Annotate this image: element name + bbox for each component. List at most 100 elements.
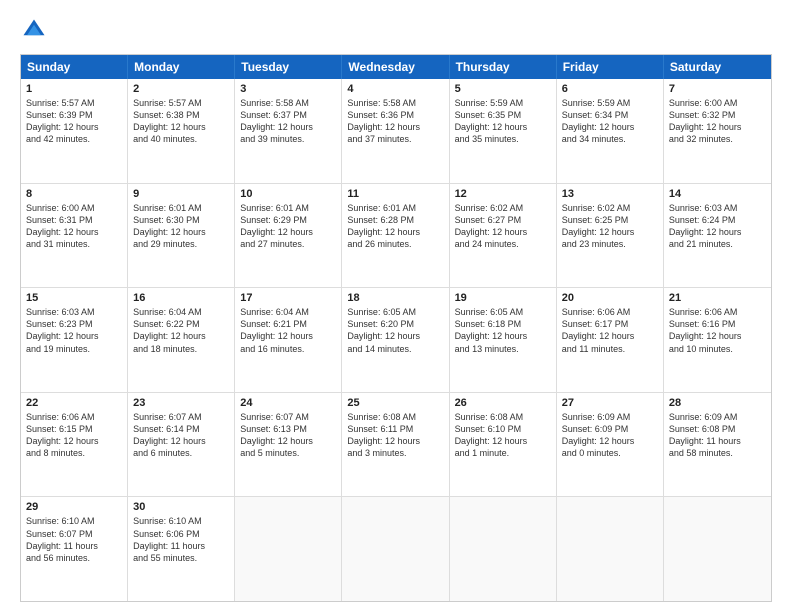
calendar-cell: 14 Sunrise: 6:03 AM Sunset: 6:24 PM Dayli… xyxy=(664,184,771,288)
cell-info: Sunrise: 5:59 AM Sunset: 6:35 PM Dayligh… xyxy=(455,97,551,146)
calendar-cell: 9 Sunrise: 6:01 AM Sunset: 6:30 PM Daylig… xyxy=(128,184,235,288)
day-number: 8 xyxy=(26,188,122,200)
calendar-cell: 13 Sunrise: 6:02 AM Sunset: 6:25 PM Dayli… xyxy=(557,184,664,288)
calendar-cell: 7 Sunrise: 6:00 AM Sunset: 6:32 PM Daylig… xyxy=(664,79,771,183)
day-number: 9 xyxy=(133,188,229,200)
cell-info: Sunrise: 6:08 AM Sunset: 6:10 PM Dayligh… xyxy=(455,411,551,460)
cell-info: Sunrise: 6:01 AM Sunset: 6:30 PM Dayligh… xyxy=(133,202,229,251)
calendar-cell: 3 Sunrise: 5:58 AM Sunset: 6:37 PM Daylig… xyxy=(235,79,342,183)
calendar-cell: 2 Sunrise: 5:57 AM Sunset: 6:38 PM Daylig… xyxy=(128,79,235,183)
cell-info: Sunrise: 5:57 AM Sunset: 6:38 PM Dayligh… xyxy=(133,97,229,146)
day-number: 23 xyxy=(133,397,229,409)
day-number: 11 xyxy=(347,188,443,200)
day-number: 25 xyxy=(347,397,443,409)
calendar-cell xyxy=(342,497,449,601)
day-number: 26 xyxy=(455,397,551,409)
cell-info: Sunrise: 6:00 AM Sunset: 6:31 PM Dayligh… xyxy=(26,202,122,251)
day-number: 1 xyxy=(26,83,122,95)
cell-info: Sunrise: 5:57 AM Sunset: 6:39 PM Dayligh… xyxy=(26,97,122,146)
cell-info: Sunrise: 6:09 AM Sunset: 6:08 PM Dayligh… xyxy=(669,411,766,460)
cell-info: Sunrise: 6:00 AM Sunset: 6:32 PM Dayligh… xyxy=(669,97,766,146)
day-number: 20 xyxy=(562,292,658,304)
calendar-cell: 5 Sunrise: 5:59 AM Sunset: 6:35 PM Daylig… xyxy=(450,79,557,183)
calendar-row: 8 Sunrise: 6:00 AM Sunset: 6:31 PM Daylig… xyxy=(21,184,771,289)
day-number: 10 xyxy=(240,188,336,200)
day-number: 4 xyxy=(347,83,443,95)
calendar-cell: 27 Sunrise: 6:09 AM Sunset: 6:09 PM Dayli… xyxy=(557,393,664,497)
calendar-cell: 20 Sunrise: 6:06 AM Sunset: 6:17 PM Dayli… xyxy=(557,288,664,392)
calendar-row: 29Sunrise: 6:10 AM Sunset: 6:07 PM Dayli… xyxy=(21,497,771,601)
header-day-saturday: Saturday xyxy=(664,55,771,79)
calendar-body: 1 Sunrise: 5:57 AM Sunset: 6:39 PM Daylig… xyxy=(21,79,771,601)
calendar-cell: 1 Sunrise: 5:57 AM Sunset: 6:39 PM Daylig… xyxy=(21,79,128,183)
header-day-tuesday: Tuesday xyxy=(235,55,342,79)
day-number: 3 xyxy=(240,83,336,95)
calendar-cell: 24 Sunrise: 6:07 AM Sunset: 6:13 PM Dayli… xyxy=(235,393,342,497)
cell-info: Sunrise: 6:08 AM Sunset: 6:11 PM Dayligh… xyxy=(347,411,443,460)
day-number: 21 xyxy=(669,292,766,304)
cell-info: Sunrise: 6:09 AM Sunset: 6:09 PM Dayligh… xyxy=(562,411,658,460)
calendar-cell: 6Sunrise: 5:59 AM Sunset: 6:34 PM Daylig… xyxy=(557,79,664,183)
calendar-row: 1 Sunrise: 5:57 AM Sunset: 6:39 PM Daylig… xyxy=(21,79,771,184)
calendar-cell: 19 Sunrise: 6:05 AM Sunset: 6:18 PM Dayli… xyxy=(450,288,557,392)
calendar-cell: 15Sunrise: 6:03 AM Sunset: 6:23 PM Dayli… xyxy=(21,288,128,392)
calendar-cell: 8 Sunrise: 6:00 AM Sunset: 6:31 PM Daylig… xyxy=(21,184,128,288)
cell-info: Sunrise: 6:02 AM Sunset: 6:25 PM Dayligh… xyxy=(562,202,658,251)
calendar-cell: 25 Sunrise: 6:08 AM Sunset: 6:11 PM Dayli… xyxy=(342,393,449,497)
cell-info: Sunrise: 6:01 AM Sunset: 6:28 PM Dayligh… xyxy=(347,202,443,251)
cell-info: Sunrise: 6:02 AM Sunset: 6:27 PM Dayligh… xyxy=(455,202,551,251)
cell-info: Sunrise: 6:06 AM Sunset: 6:15 PM Dayligh… xyxy=(26,411,122,460)
page: SundayMondayTuesdayWednesdayThursdayFrid… xyxy=(0,0,792,612)
calendar-cell: 26 Sunrise: 6:08 AM Sunset: 6:10 PM Dayli… xyxy=(450,393,557,497)
calendar: SundayMondayTuesdayWednesdayThursdayFrid… xyxy=(20,54,772,602)
header-day-sunday: Sunday xyxy=(21,55,128,79)
calendar-cell: 29Sunrise: 6:10 AM Sunset: 6:07 PM Dayli… xyxy=(21,497,128,601)
day-number: 7 xyxy=(669,83,766,95)
cell-info: Sunrise: 6:05 AM Sunset: 6:20 PM Dayligh… xyxy=(347,306,443,355)
day-number: 15 xyxy=(26,292,122,304)
calendar-cell: 21Sunrise: 6:06 AM Sunset: 6:16 PM Dayli… xyxy=(664,288,771,392)
day-number: 28 xyxy=(669,397,766,409)
calendar-header-row: SundayMondayTuesdayWednesdayThursdayFrid… xyxy=(21,55,771,79)
calendar-cell: 22 Sunrise: 6:06 AM Sunset: 6:15 PM Dayli… xyxy=(21,393,128,497)
day-number: 22 xyxy=(26,397,122,409)
header xyxy=(20,16,772,44)
cell-info: Sunrise: 6:05 AM Sunset: 6:18 PM Dayligh… xyxy=(455,306,551,355)
day-number: 18 xyxy=(347,292,443,304)
calendar-cell xyxy=(450,497,557,601)
cell-info: Sunrise: 6:03 AM Sunset: 6:24 PM Dayligh… xyxy=(669,202,766,251)
header-day-monday: Monday xyxy=(128,55,235,79)
day-number: 14 xyxy=(669,188,766,200)
day-number: 30 xyxy=(133,501,229,513)
cell-info: Sunrise: 6:07 AM Sunset: 6:13 PM Dayligh… xyxy=(240,411,336,460)
calendar-row: 15Sunrise: 6:03 AM Sunset: 6:23 PM Dayli… xyxy=(21,288,771,393)
day-number: 19 xyxy=(455,292,551,304)
header-day-wednesday: Wednesday xyxy=(342,55,449,79)
cell-info: Sunrise: 6:04 AM Sunset: 6:22 PM Dayligh… xyxy=(133,306,229,355)
day-number: 24 xyxy=(240,397,336,409)
calendar-cell: 18 Sunrise: 6:05 AM Sunset: 6:20 PM Dayli… xyxy=(342,288,449,392)
calendar-cell: 16 Sunrise: 6:04 AM Sunset: 6:22 PM Dayli… xyxy=(128,288,235,392)
logo-icon xyxy=(20,16,48,44)
day-number: 27 xyxy=(562,397,658,409)
day-number: 2 xyxy=(133,83,229,95)
day-number: 13 xyxy=(562,188,658,200)
day-number: 17 xyxy=(240,292,336,304)
calendar-cell xyxy=(664,497,771,601)
cell-info: Sunrise: 6:10 AM Sunset: 6:06 PM Dayligh… xyxy=(133,515,229,564)
calendar-cell: 12 Sunrise: 6:02 AM Sunset: 6:27 PM Dayli… xyxy=(450,184,557,288)
logo xyxy=(20,16,52,44)
calendar-cell: 28 Sunrise: 6:09 AM Sunset: 6:08 PM Dayli… xyxy=(664,393,771,497)
cell-info: Sunrise: 6:06 AM Sunset: 6:17 PM Dayligh… xyxy=(562,306,658,355)
calendar-cell: 10 Sunrise: 6:01 AM Sunset: 6:29 PM Dayli… xyxy=(235,184,342,288)
day-number: 12 xyxy=(455,188,551,200)
calendar-cell: 17Sunrise: 6:04 AM Sunset: 6:21 PM Dayli… xyxy=(235,288,342,392)
day-number: 29 xyxy=(26,501,122,513)
day-number: 5 xyxy=(455,83,551,95)
day-number: 16 xyxy=(133,292,229,304)
header-day-friday: Friday xyxy=(557,55,664,79)
cell-info: Sunrise: 6:01 AM Sunset: 6:29 PM Dayligh… xyxy=(240,202,336,251)
calendar-cell: 23Sunrise: 6:07 AM Sunset: 6:14 PM Dayli… xyxy=(128,393,235,497)
cell-info: Sunrise: 5:59 AM Sunset: 6:34 PM Dayligh… xyxy=(562,97,658,146)
cell-info: Sunrise: 5:58 AM Sunset: 6:37 PM Dayligh… xyxy=(240,97,336,146)
